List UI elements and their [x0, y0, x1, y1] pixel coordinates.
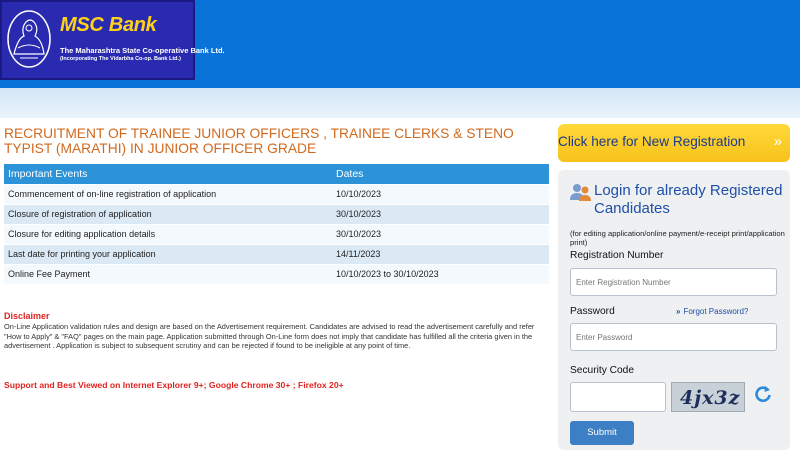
new-registration-button[interactable]: Click here for New Registration » — [558, 124, 790, 162]
refresh-icon[interactable] — [753, 384, 773, 404]
table-row: Last date for printing your application … — [4, 243, 549, 264]
login-title: Login for already Registered Candidates — [594, 182, 783, 217]
password-label: Password — [570, 306, 615, 317]
event-cell: Online Fee Payment — [4, 263, 332, 284]
table-row: Closure of registration of application 3… — [4, 203, 549, 224]
date-cell: 30/10/2023 — [332, 223, 549, 244]
date-cell: 14/11/2023 — [332, 243, 549, 264]
bank-logo[interactable]: MSC Bank The Maharashtra State Co-operat… — [0, 0, 225, 80]
captcha-text: 4jx3z — [680, 387, 741, 409]
event-cell: Last date for printing your application — [4, 243, 332, 264]
disclaimer-heading: Disclaimer — [4, 311, 50, 321]
browser-support-note: Support and Best Viewed on Internet Expl… — [4, 380, 344, 390]
important-events-table: Important Events Dates Commencement of o… — [4, 164, 549, 284]
event-cell: Commencement of on-line registration of … — [4, 183, 332, 204]
registration-number-input[interactable]: Enter Registration Number — [570, 268, 777, 296]
captcha-image: 4jx3z — [671, 382, 745, 412]
password-input[interactable]: Enter Password — [570, 323, 777, 351]
column-header-dates: Dates — [332, 164, 549, 184]
table-header-row: Important Events Dates — [4, 164, 549, 184]
logo-subtitle: The Maharashtra State Co-operative Bank … — [60, 46, 225, 55]
column-header-events: Important Events — [4, 164, 332, 184]
top-header-bar: MSC Bank The Maharashtra State Co-operat… — [0, 0, 800, 88]
login-note: (for editing application/online payment/… — [570, 229, 785, 247]
nav-strip — [0, 88, 800, 118]
security-code-label: Security Code — [570, 365, 634, 376]
double-chevron-right-icon: » — [773, 133, 782, 150]
date-cell: 10/10/2023 to 30/10/2023 — [332, 263, 549, 284]
security-code-input[interactable] — [570, 382, 666, 412]
login-panel: Login for already Registered Candidates … — [558, 170, 790, 450]
logo-title: MSC Bank — [60, 14, 157, 36]
disclaimer-text: On-Line Application validation rules and… — [4, 322, 535, 351]
users-icon — [570, 184, 591, 201]
event-cell: Closure for editing application details — [4, 223, 332, 244]
new-registration-label: Click here for New Registration — [558, 134, 746, 149]
event-cell: Closure of registration of application — [4, 203, 332, 224]
table-row: Closure for editing application details … — [4, 223, 549, 244]
date-cell: 30/10/2023 — [332, 203, 549, 224]
table-row: Online Fee Payment 10/10/2023 to 30/10/2… — [4, 263, 549, 284]
registration-number-label: Registration Number — [570, 250, 664, 261]
emblem-icon — [7, 10, 51, 68]
table-row: Commencement of on-line registration of … — [4, 183, 549, 204]
double-chevron-right-icon: » — [676, 307, 681, 316]
submit-button[interactable]: Submit — [570, 421, 634, 445]
date-cell: 10/10/2023 — [332, 183, 549, 204]
logo-subtitle-small: (Incorporating The Vidarbha Co-op. Bank … — [60, 56, 181, 62]
page-title: RECRUITMENT OF TRAINEE JUNIOR OFFICERS ,… — [4, 126, 514, 156]
forgot-password-link[interactable]: » Forgot Password? — [676, 307, 748, 316]
forgot-password-label: Forgot Password? — [683, 307, 749, 316]
